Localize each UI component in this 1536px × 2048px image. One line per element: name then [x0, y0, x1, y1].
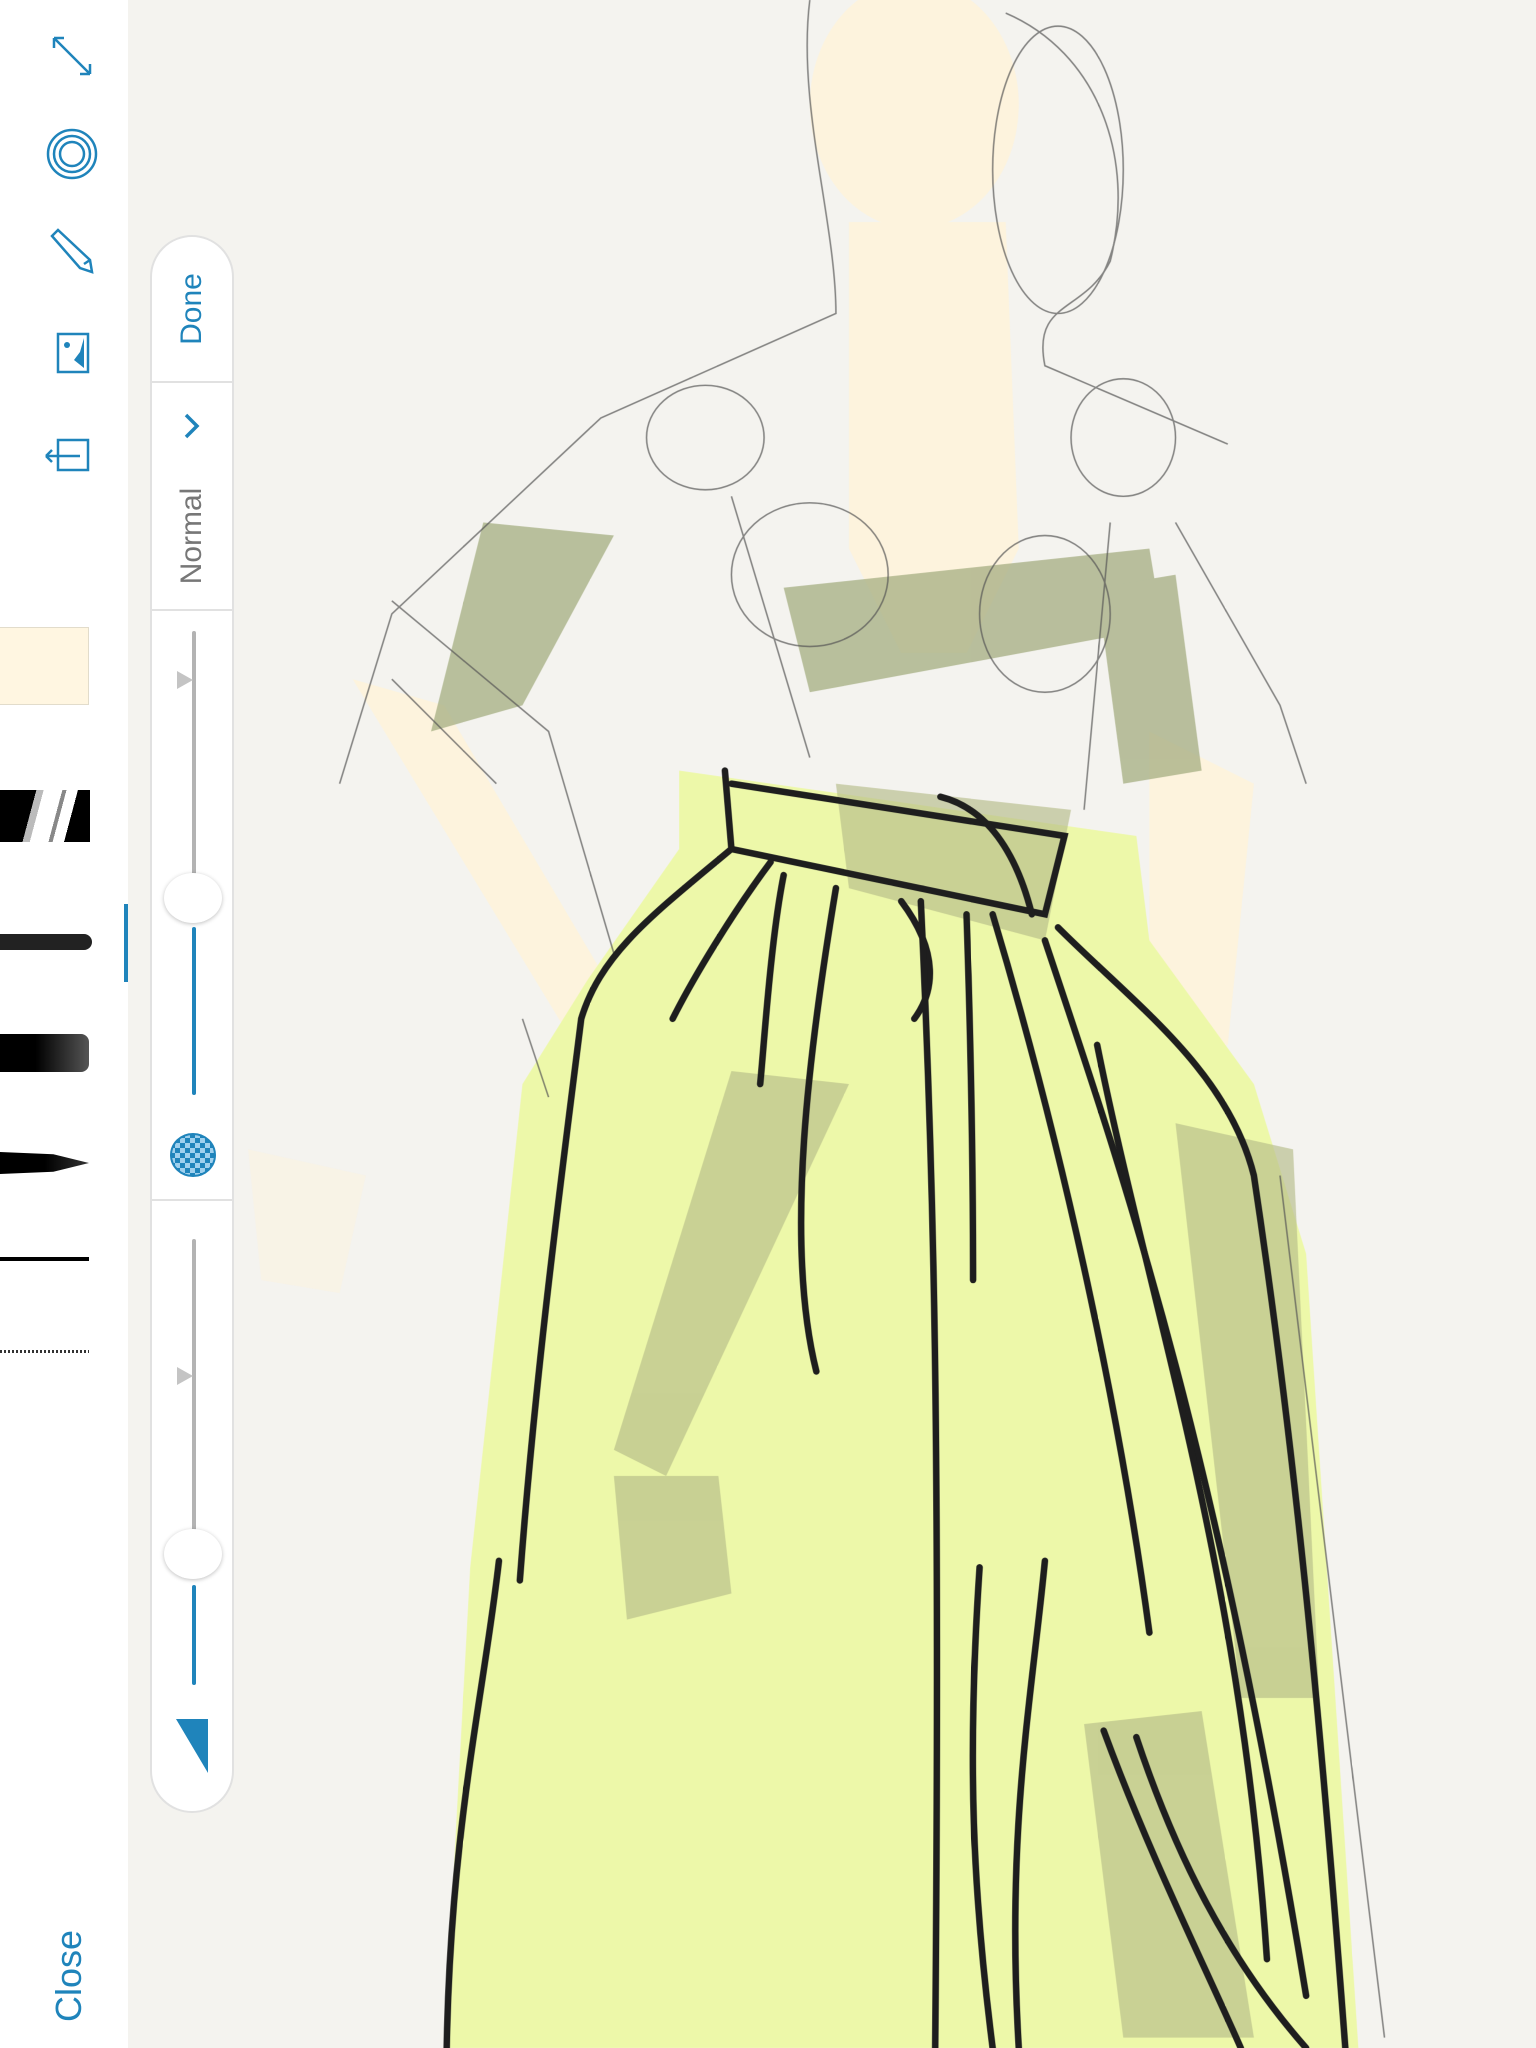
export-icon[interactable]: [40, 422, 104, 486]
size-thumb[interactable]: [164, 1529, 222, 1579]
size-icon: [176, 1719, 208, 1773]
current-color-swatch[interactable]: [0, 627, 89, 705]
chevron-right-icon: [184, 413, 200, 439]
taper-brush[interactable]: [0, 1152, 89, 1174]
transparency-icon: [170, 1133, 216, 1177]
blend-mode-selector[interactable]: Normal: [152, 381, 232, 611]
opacity-slider[interactable]: [152, 609, 232, 1201]
opacity-track[interactable]: [192, 631, 196, 889]
done-label: Done: [175, 273, 208, 345]
textured-brush[interactable]: [0, 934, 92, 950]
opacity-default-marker: [177, 671, 193, 689]
close-button[interactable]: Close: [44, 1930, 94, 2022]
expand-icon[interactable]: [40, 24, 104, 88]
done-button[interactable]: Done: [152, 237, 232, 383]
opacity-thumb[interactable]: [164, 873, 222, 923]
size-track[interactable]: [192, 1239, 196, 1539]
opacity-fill: [192, 927, 196, 1095]
stripes-brush[interactable]: [0, 790, 90, 842]
size-fill: [192, 1585, 196, 1685]
active-brush-indicator: [124, 904, 128, 982]
pencil-icon[interactable]: [40, 220, 104, 284]
thin-line-brush[interactable]: [0, 1257, 89, 1261]
size-default-marker: [177, 1367, 193, 1385]
brush-settings-panel: Done Normal: [150, 235, 234, 1813]
size-slider[interactable]: [152, 1199, 232, 1811]
gradient-brush[interactable]: [0, 1034, 89, 1072]
close-label: Close: [48, 1929, 89, 2023]
dotted-brush[interactable]: [0, 1350, 89, 1353]
sidebar: Close: [0, 0, 128, 2048]
blend-mode-label: Normal: [175, 487, 208, 585]
layers-icon[interactable]: [40, 122, 104, 186]
image-icon[interactable]: [40, 322, 104, 386]
